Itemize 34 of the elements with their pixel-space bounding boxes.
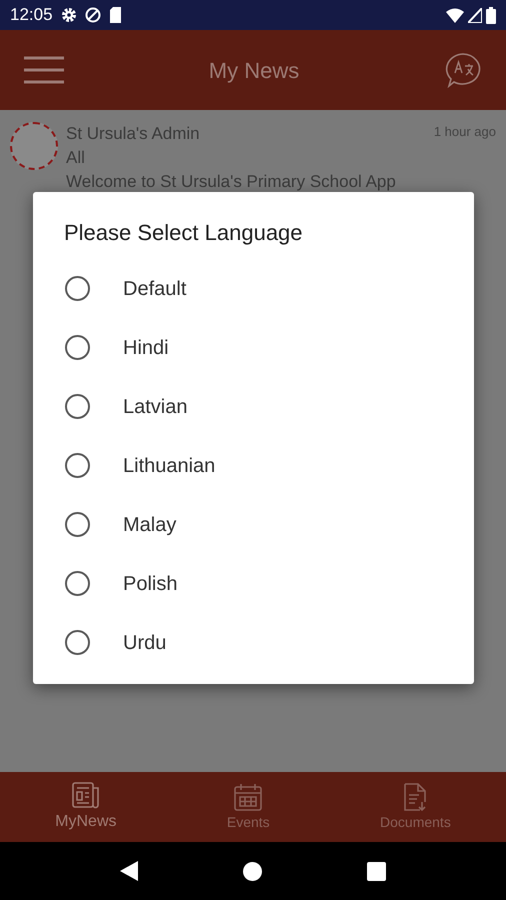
battery-icon bbox=[486, 6, 496, 24]
sd-card-icon bbox=[108, 7, 122, 23]
radio-button[interactable] bbox=[65, 571, 90, 596]
language-option[interactable]: Urdu bbox=[33, 613, 474, 672]
radio-button[interactable] bbox=[65, 335, 90, 360]
radio-button[interactable] bbox=[65, 276, 90, 301]
back-icon[interactable] bbox=[120, 861, 138, 881]
radio-button[interactable] bbox=[65, 394, 90, 419]
calendar-icon bbox=[233, 782, 264, 812]
recents-icon[interactable] bbox=[367, 862, 386, 880]
radio-button[interactable] bbox=[65, 630, 90, 655]
settings-icon bbox=[60, 7, 77, 23]
screen-title: My News bbox=[208, 56, 300, 85]
language-option[interactable]: Latvian bbox=[33, 377, 474, 436]
news-author: St Ursula's Admin bbox=[66, 123, 200, 145]
news-audience: All bbox=[66, 147, 86, 169]
language-option[interactable]: Default bbox=[33, 259, 474, 318]
news-message: Welcome to St Ursula's Primary School App bbox=[66, 171, 397, 193]
signal-icon bbox=[468, 8, 482, 22]
menu-button[interactable] bbox=[24, 55, 64, 85]
radio-button[interactable] bbox=[65, 512, 90, 537]
wifi-icon bbox=[446, 8, 464, 22]
newspaper-icon bbox=[70, 780, 101, 810]
school-logo-avatar bbox=[10, 122, 58, 170]
radio-button[interactable] bbox=[65, 453, 90, 478]
dialog-title: Please Select Language bbox=[63, 219, 304, 247]
clock-time: 12:05 bbox=[10, 4, 53, 26]
language-option[interactable]: Polish bbox=[33, 554, 474, 613]
home-icon[interactable] bbox=[243, 862, 262, 880]
data-saver-icon bbox=[84, 7, 101, 23]
language-option[interactable]: Malay bbox=[33, 495, 474, 554]
translate-button[interactable] bbox=[444, 52, 482, 88]
language-option[interactable]: Hindi bbox=[33, 318, 474, 377]
language-option[interactable]: Lithuanian bbox=[33, 436, 474, 495]
